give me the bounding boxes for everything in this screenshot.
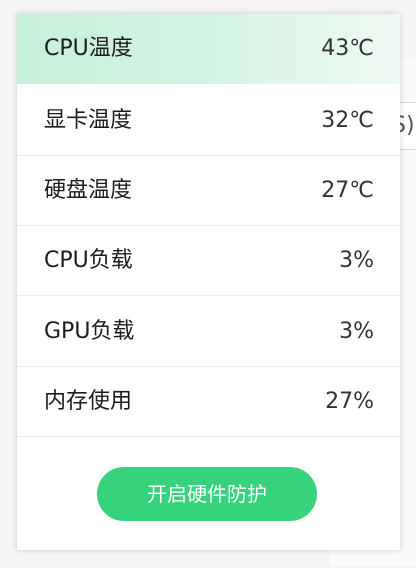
cpu-load-value: 3% <box>339 248 374 273</box>
disk-temperature-row[interactable]: 硬盘温度 27℃ <box>17 156 400 226</box>
gpu-temperature-label: 显卡温度 <box>44 108 133 133</box>
cpu-load-row[interactable]: CPU负载 3% <box>17 226 400 296</box>
disk-temperature-value: 27℃ <box>321 178 374 203</box>
gpu-load-label: GPU负载 <box>44 319 135 344</box>
enable-hardware-protection-button[interactable]: 开启硬件防护 <box>97 467 317 521</box>
gpu-load-value: 3% <box>339 319 374 344</box>
cpu-load-label: CPU负载 <box>44 248 133 273</box>
cpu-temperature-value: 43℃ <box>321 36 374 61</box>
memory-usage-label: 内存使用 <box>44 389 133 414</box>
disk-temperature-label: 硬盘温度 <box>44 178 133 203</box>
gpu-load-row[interactable]: GPU负载 3% <box>17 297 400 367</box>
cpu-temperature-row[interactable]: CPU温度 43℃ <box>17 14 400 84</box>
gpu-temperature-row[interactable]: 显卡温度 32℃ <box>17 86 400 156</box>
gpu-temperature-value: 32℃ <box>321 108 374 133</box>
hardware-status-popup: CPU温度 43℃ 显卡温度 32℃ 硬盘温度 27℃ CPU负载 3% GPU… <box>17 14 400 550</box>
cpu-temperature-label: CPU温度 <box>44 36 133 61</box>
memory-usage-value: 27% <box>325 389 374 414</box>
memory-usage-row[interactable]: 内存使用 27% <box>17 367 400 437</box>
